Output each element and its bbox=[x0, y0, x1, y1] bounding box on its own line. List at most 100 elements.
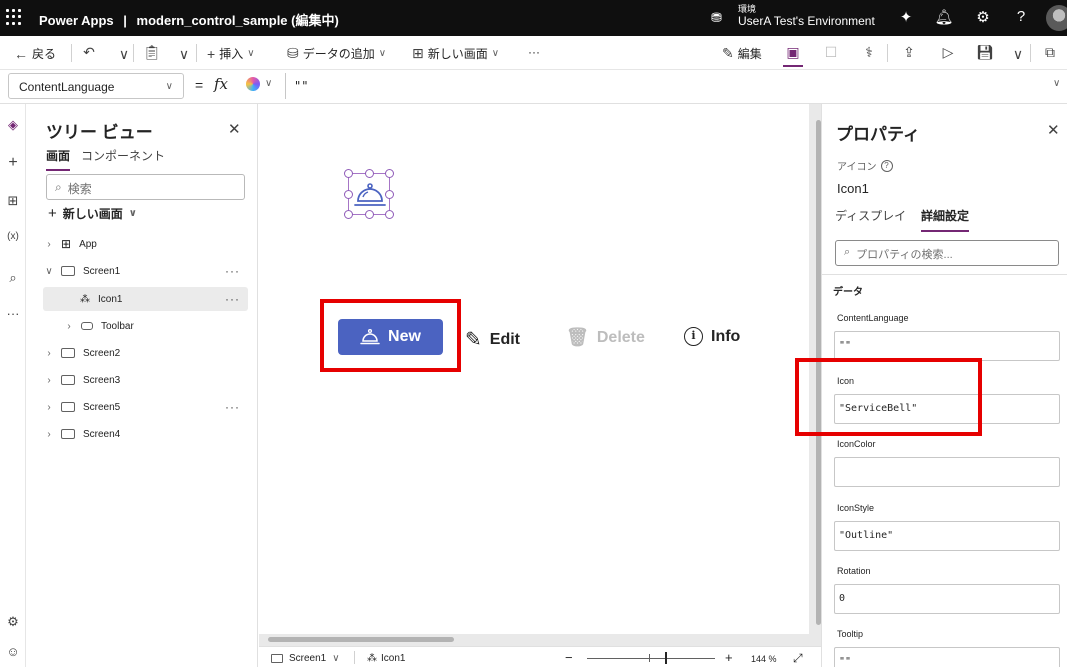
expand-formula-chevron-icon[interactable]: ∨ bbox=[1053, 78, 1060, 89]
chevron-right-icon[interactable]: › bbox=[43, 239, 55, 250]
tree-item-app[interactable]: › ⊞ App bbox=[43, 232, 248, 256]
tree-item-screen3[interactable]: › Screen3 bbox=[43, 368, 248, 392]
divider bbox=[1030, 44, 1031, 62]
account-icon[interactable]: ☺ bbox=[4, 644, 22, 659]
chevron-right-icon[interactable]: › bbox=[43, 402, 55, 413]
tab-advanced[interactable]: 詳細設定 bbox=[921, 207, 970, 232]
insert-button[interactable]: + 挿入 ∨ bbox=[207, 45, 255, 62]
zoom-slider-thumb[interactable] bbox=[665, 652, 667, 664]
comment-icon[interactable]: ☐ bbox=[821, 44, 841, 61]
help-icon[interactable]: ? bbox=[880, 159, 893, 172]
chevron-right-icon[interactable]: › bbox=[43, 375, 55, 386]
edit-button[interactable]: ✎ 編集 bbox=[722, 45, 762, 62]
tree-view-layers-icon[interactable]: ◈ bbox=[4, 117, 22, 133]
variables-icon[interactable]: (x) bbox=[4, 231, 22, 242]
notifications-icon[interactable]: 🔔︎ bbox=[934, 8, 954, 26]
left-rail: ◈ + ⊞ (x) ⌕ ··· ⚙ ☺ bbox=[0, 104, 26, 667]
chevron-right-icon[interactable]: › bbox=[43, 429, 55, 440]
search-placeholder: プロパティの検索... bbox=[856, 249, 953, 261]
formula-input[interactable]: "" bbox=[285, 73, 1047, 99]
trash-icon: 🗑︎ bbox=[566, 327, 589, 347]
selected-icon-control[interactable] bbox=[344, 169, 394, 219]
fit-to-window-icon[interactable]: ⤢ bbox=[793, 651, 803, 666]
more-icon[interactable]: ··· bbox=[4, 306, 22, 321]
resize-handle[interactable] bbox=[365, 169, 374, 178]
info-button[interactable]: i Info bbox=[684, 327, 740, 346]
undo-icon[interactable]: ↶ bbox=[79, 44, 99, 61]
chevron-down-icon[interactable]: ∨ bbox=[1008, 46, 1028, 63]
resize-handle[interactable] bbox=[385, 190, 394, 199]
edit-button[interactable]: ✎ Edit bbox=[465, 327, 520, 352]
resize-handle[interactable] bbox=[365, 210, 374, 219]
close-icon[interactable]: ✕ bbox=[228, 120, 241, 138]
horizontal-scrollbar[interactable] bbox=[268, 637, 454, 642]
tree-item-screen4[interactable]: › Screen4 bbox=[43, 422, 248, 446]
chevron-down-icon[interactable]: ∨ bbox=[265, 78, 272, 89]
more-options-icon[interactable]: ··· bbox=[225, 292, 240, 306]
chevron-down-icon[interactable]: ∨ bbox=[114, 46, 134, 63]
tree-item-icon1[interactable]: ⁂ Icon1 ··· bbox=[43, 287, 248, 311]
plus-icon: + bbox=[207, 45, 216, 62]
chevron-right-icon[interactable]: › bbox=[63, 321, 75, 332]
insert-plus-icon[interactable]: + bbox=[4, 154, 22, 172]
prop-input-tooltip[interactable]: "" bbox=[834, 647, 1060, 667]
app-header: Power Apps | modern_control_sample (編集中)… bbox=[0, 0, 1067, 36]
resize-handle[interactable] bbox=[344, 169, 353, 178]
zoom-slider[interactable] bbox=[587, 652, 715, 664]
app-checker-icon[interactable]: ⚕ bbox=[859, 44, 879, 61]
paste-icon[interactable]: 📋︎ bbox=[142, 44, 162, 61]
search-icon[interactable]: ⌕ bbox=[4, 270, 22, 286]
tree-item-screen5[interactable]: › Screen5 ··· bbox=[43, 395, 248, 419]
prop-input-iconcolor[interactable] bbox=[834, 457, 1060, 487]
environment-icon[interactable]: ⛃ bbox=[711, 10, 722, 26]
tree-item-toolbar[interactable]: › Toolbar bbox=[43, 314, 248, 338]
prop-input-rotation[interactable]: 0 bbox=[834, 584, 1060, 614]
chevron-right-icon[interactable]: › bbox=[43, 348, 55, 359]
preview-play-icon[interactable]: ▷ bbox=[938, 44, 958, 61]
close-icon[interactable]: ✕ bbox=[1047, 121, 1060, 139]
new-screen-button[interactable]: ⊞ 新しい画面 ∨ bbox=[412, 45, 499, 62]
copilot-icon[interactable] bbox=[246, 77, 260, 91]
tree-item-screen2[interactable]: › Screen2 bbox=[43, 341, 248, 365]
property-dropdown[interactable]: ContentLanguage ∨ bbox=[8, 73, 184, 99]
screen-breadcrumb[interactable]: Screen1 ∨ bbox=[271, 653, 340, 664]
back-button[interactable]: ← 戻る bbox=[14, 45, 56, 62]
new-button[interactable]: New bbox=[338, 319, 443, 355]
settings-gear-icon[interactable]: ⚙ bbox=[973, 8, 993, 26]
new-screen-button[interactable]: + 新しい画面 ∨ bbox=[48, 205, 137, 222]
search-input[interactable]: ⌕ 検索 bbox=[46, 174, 245, 200]
more-options-icon[interactable]: ··· bbox=[225, 400, 240, 414]
resize-handle[interactable] bbox=[344, 210, 353, 219]
prop-input-iconstyle[interactable]: "Outline" bbox=[834, 521, 1060, 551]
resize-handle[interactable] bbox=[385, 169, 394, 178]
share-icon[interactable]: ⇪ bbox=[899, 44, 919, 61]
chevron-down-icon[interactable]: ∨ bbox=[43, 266, 55, 277]
save-icon[interactable]: 💾︎ bbox=[975, 44, 995, 61]
chevron-down-icon[interactable]: ∨ bbox=[174, 46, 194, 63]
control-breadcrumb[interactable]: ⁂ Icon1 bbox=[367, 653, 405, 664]
tab-components[interactable]: コンポーネント bbox=[81, 147, 165, 164]
more-button[interactable]: ··· bbox=[528, 45, 540, 59]
zoom-out-button[interactable]: − bbox=[565, 650, 573, 665]
tree-item-screen1[interactable]: ∨ Screen1 ··· bbox=[43, 259, 248, 283]
comments-panel-icon[interactable]: ▣ bbox=[783, 44, 803, 67]
more-options-icon[interactable]: ··· bbox=[225, 264, 240, 278]
environment-name[interactable]: UserA Test's Environment bbox=[738, 14, 875, 28]
app-launcher-icon[interactable] bbox=[6, 9, 22, 25]
tab-screens[interactable]: 画面 bbox=[46, 147, 71, 171]
tab-display[interactable]: ディスプレイ bbox=[835, 207, 906, 224]
add-data-button[interactable]: ⛁ データの追加 ∨ bbox=[287, 45, 386, 62]
delete-button[interactable]: 🗑︎ Delete bbox=[566, 327, 645, 348]
publish-icon[interactable]: ⧉ bbox=[1040, 44, 1060, 61]
help-icon[interactable]: ? bbox=[1011, 8, 1031, 25]
property-search-input[interactable]: ⌕ プロパティの検索... bbox=[835, 240, 1059, 266]
resize-handle[interactable] bbox=[344, 190, 353, 199]
data-icon[interactable]: ⊞ bbox=[4, 193, 22, 209]
resize-handle[interactable] bbox=[385, 210, 394, 219]
prop-input-contentlanguage[interactable]: "" bbox=[834, 331, 1060, 361]
zoom-in-button[interactable]: + bbox=[725, 650, 733, 665]
chevron-down-icon: ∨ bbox=[332, 653, 340, 664]
avatar[interactable] bbox=[1046, 5, 1067, 31]
settings-gear-icon[interactable]: ⚙ bbox=[4, 614, 22, 630]
copilot-icon[interactable]: ✦ bbox=[896, 8, 916, 26]
